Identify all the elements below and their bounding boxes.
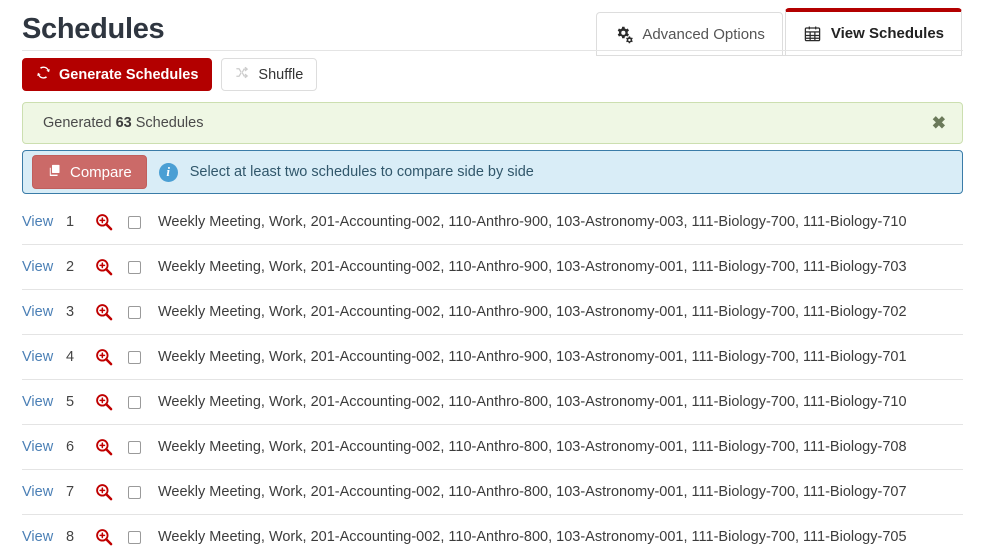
row-checkbox[interactable] [128,351,141,364]
row-number: 4 [66,349,94,365]
view-link[interactable]: View [22,484,66,500]
search-plus-icon[interactable] [94,257,128,277]
row-checkbox[interactable] [128,216,141,229]
row-checkbox[interactable] [128,261,141,274]
generated-count: 63 [116,115,132,131]
search-plus-icon[interactable] [94,302,128,322]
search-plus-icon[interactable] [94,392,128,412]
view-link[interactable]: View [22,214,66,230]
search-plus-icon[interactable] [94,437,128,457]
compare-button[interactable]: Compare [32,155,147,189]
row-number: 8 [66,529,94,545]
schedule-summary: Weekly Meeting, Work, 201-Accounting-002… [158,484,907,500]
compare-label: Compare [70,164,132,181]
table-row: View 7 Weekly Meeting, Work, 201-Account… [22,470,963,515]
schedule-summary: Weekly Meeting, Work, 201-Accounting-002… [158,304,907,320]
compare-info-alert: Compare i Select at least two schedules … [22,150,963,194]
view-link[interactable]: View [22,394,66,410]
shuffle-label: Shuffle [258,67,303,83]
table-row: View 8 Weekly Meeting, Work, 201-Account… [22,515,963,559]
tab-view-schedules[interactable]: View Schedules [785,8,962,56]
row-checkbox[interactable] [128,531,141,544]
copy-icon [47,163,62,182]
row-checkbox[interactable] [128,306,141,319]
row-checkbox-wrap [128,441,158,454]
table-row: View 4 Weekly Meeting, Work, 201-Account… [22,335,963,380]
close-icon[interactable]: ✖ [932,115,946,132]
view-link[interactable]: View [22,259,66,275]
row-number: 6 [66,439,94,455]
row-checkbox-wrap [128,306,158,319]
search-plus-icon[interactable] [94,212,128,232]
schedule-summary: Weekly Meeting, Work, 201-Accounting-002… [158,214,907,230]
toolbar: Generate Schedules Shuffle [22,58,317,91]
view-link[interactable]: View [22,349,66,365]
gears-icon [614,25,633,44]
refresh-icon [36,65,51,84]
search-plus-icon[interactable] [94,482,128,502]
schedule-summary: Weekly Meeting, Work, 201-Accounting-002… [158,259,907,275]
row-checkbox-wrap [128,351,158,364]
success-alert-prefix: Generated [43,115,112,131]
tab-advanced-options-label: Advanced Options [642,26,765,43]
row-checkbox[interactable] [128,441,141,454]
row-checkbox[interactable] [128,396,141,409]
search-plus-icon[interactable] [94,347,128,367]
shuffle-button[interactable]: Shuffle [221,58,317,91]
row-number: 5 [66,394,94,410]
shuffle-icon [235,65,250,84]
row-checkbox-wrap [128,396,158,409]
table-row: View 6 Weekly Meeting, Work, 201-Account… [22,425,963,470]
schedule-list: View 1 Weekly Meeting, Work, 201-Account… [22,200,963,559]
success-alert: Generated 63 Schedules ✖ [22,102,963,144]
info-circle-icon: i [159,163,178,182]
row-number: 3 [66,304,94,320]
table-row: View 2 Weekly Meeting, Work, 201-Account… [22,245,963,290]
tab-view-schedules-label: View Schedules [831,25,944,42]
success-alert-suffix: Schedules [136,115,204,131]
row-checkbox-wrap [128,531,158,544]
schedule-summary: Weekly Meeting, Work, 201-Accounting-002… [158,529,907,545]
tab-bar: Advanced Options View Schedules [596,0,962,56]
view-link[interactable]: View [22,529,66,545]
row-number: 1 [66,214,94,230]
schedules-page: Advanced Options View Schedules Schedule… [0,0,1007,559]
row-number: 7 [66,484,94,500]
row-checkbox-wrap [128,216,158,229]
table-row: View 5 Weekly Meeting, Work, 201-Account… [22,380,963,425]
view-link[interactable]: View [22,304,66,320]
generate-schedules-button[interactable]: Generate Schedules [22,58,212,91]
table-row: View 3 Weekly Meeting, Work, 201-Account… [22,290,963,335]
calendar-icon [803,24,822,43]
schedule-summary: Weekly Meeting, Work, 201-Accounting-002… [158,349,907,365]
row-checkbox-wrap [128,261,158,274]
compare-hint-text: Select at least two schedules to compare… [190,164,534,180]
schedule-summary: Weekly Meeting, Work, 201-Accounting-002… [158,439,907,455]
row-checkbox[interactable] [128,486,141,499]
title-divider [22,50,963,51]
page-title: Schedules [22,12,164,46]
search-plus-icon[interactable] [94,527,128,547]
row-checkbox-wrap [128,486,158,499]
schedule-summary: Weekly Meeting, Work, 201-Accounting-002… [158,394,907,410]
view-link[interactable]: View [22,439,66,455]
tab-bar-underline [596,55,962,56]
table-row: View 1 Weekly Meeting, Work, 201-Account… [22,200,963,245]
generate-schedules-label: Generate Schedules [59,67,198,83]
row-number: 2 [66,259,94,275]
